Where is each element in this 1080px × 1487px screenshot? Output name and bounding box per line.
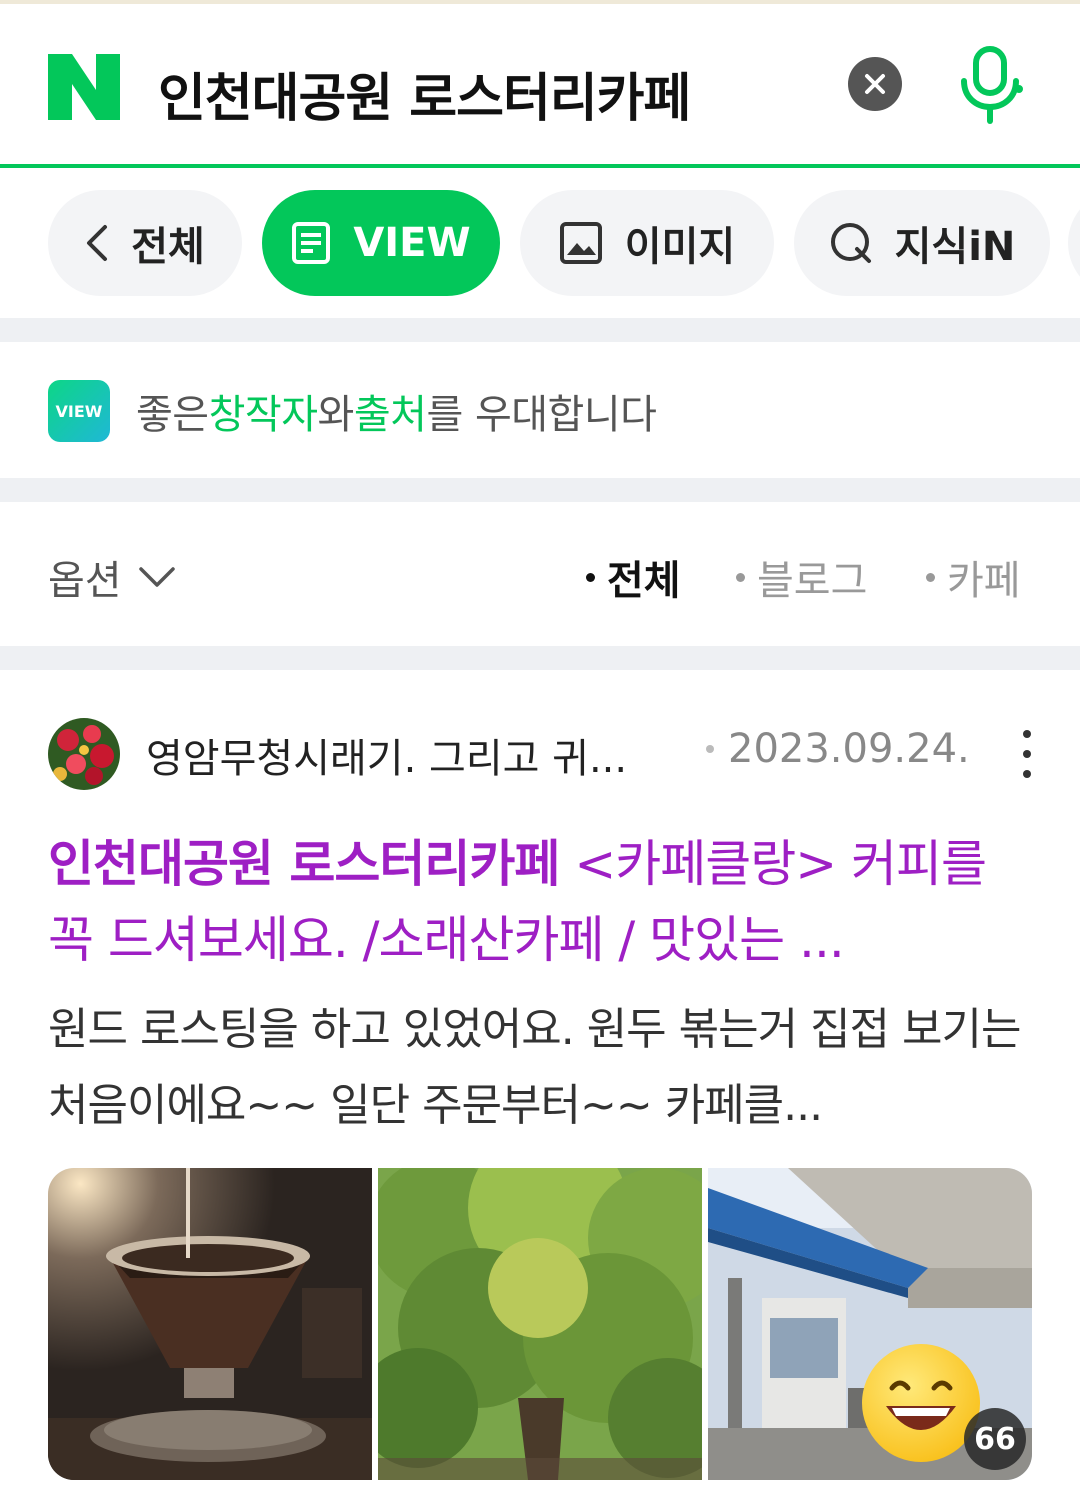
more-options-button[interactable]	[1010, 730, 1044, 778]
q-icon	[830, 223, 871, 263]
more-dot	[1023, 750, 1031, 758]
tab-label: VIEW	[353, 220, 471, 266]
thumbnail-parking[interactable]: 66	[708, 1168, 1032, 1480]
section-divider	[0, 646, 1080, 670]
clear-button[interactable]	[848, 57, 902, 111]
separator-dot	[706, 745, 714, 753]
tab-label: 전체	[131, 224, 205, 270]
chevron-left-icon	[87, 225, 108, 261]
bullet-icon	[586, 572, 595, 582]
author-name[interactable]: 영암무청시래기. 그리고 귀...	[146, 726, 627, 784]
post-title-link[interactable]: 인천대공원 로스터리카페 <카페클랑> 커피를 꼭 드셔보세요. /소래산카페 …	[48, 826, 1038, 978]
search-query[interactable]: 인천대공원 로스터리카페	[158, 56, 691, 131]
view-banner[interactable]: VIEW 좋은창작자와출처를 우대합니다	[0, 342, 1080, 478]
section-divider	[0, 478, 1080, 502]
banner-text: 좋은창작자와출처를 우대합니다	[136, 392, 657, 438]
document-icon	[292, 222, 331, 264]
options-row: 옵션 전체 블로그 카페	[0, 502, 1080, 646]
more-dot	[1023, 770, 1031, 778]
tab-all[interactable]: 전체	[48, 190, 242, 296]
voice-search-button[interactable]	[952, 44, 1028, 126]
image-count-badge[interactable]: 66	[964, 1408, 1026, 1470]
grin-emoji-icon	[862, 1344, 980, 1462]
view-result-item: 영암무청시래기. 그리고 귀... 2023.09.24. 인천대공원 로스터리…	[0, 670, 1080, 1487]
search-header: 인천대공원 로스터리카페	[0, 4, 1080, 166]
tab-more[interactable]	[1068, 190, 1080, 296]
post-snippet[interactable]: 원드 로스팅을 하고 있었어요. 원두 볶는거 집접 보기는 처음이에요~~ 일…	[48, 992, 1038, 1144]
image-icon	[559, 222, 602, 264]
post-thumbnails: 66	[48, 1168, 1032, 1480]
close-icon	[865, 74, 885, 94]
tab-label: 지식iN	[894, 224, 1016, 270]
author-avatar[interactable]	[48, 718, 120, 790]
filter-blog[interactable]: 블로그	[736, 548, 867, 606]
tab-knowledge-in[interactable]: 지식iN	[794, 190, 1050, 296]
tab-label: 이미지	[624, 224, 736, 270]
view-badge-icon: VIEW	[48, 380, 110, 442]
bullet-icon	[736, 572, 745, 582]
naver-logo[interactable]	[48, 54, 120, 120]
bullet-icon	[926, 572, 935, 582]
microphone-icon	[961, 46, 1023, 124]
thumbnail-tree[interactable]	[378, 1168, 702, 1480]
search-tabs: 전체 VIEW 이미지 지식iN	[0, 168, 1080, 318]
chevron-down-icon	[138, 567, 175, 587]
filter-cafe[interactable]: 카페	[926, 548, 1021, 606]
options-toggle[interactable]: 옵션	[48, 548, 176, 606]
thumbnail-coffee[interactable]	[48, 1168, 372, 1480]
more-dot	[1023, 730, 1031, 738]
options-label: 옵션	[48, 558, 122, 604]
tab-images[interactable]: 이미지	[520, 190, 774, 296]
section-divider	[0, 318, 1080, 342]
post-date: 2023.09.24.	[706, 726, 970, 772]
tab-view[interactable]: VIEW	[262, 190, 500, 296]
filter-all[interactable]: 전체	[586, 548, 681, 606]
